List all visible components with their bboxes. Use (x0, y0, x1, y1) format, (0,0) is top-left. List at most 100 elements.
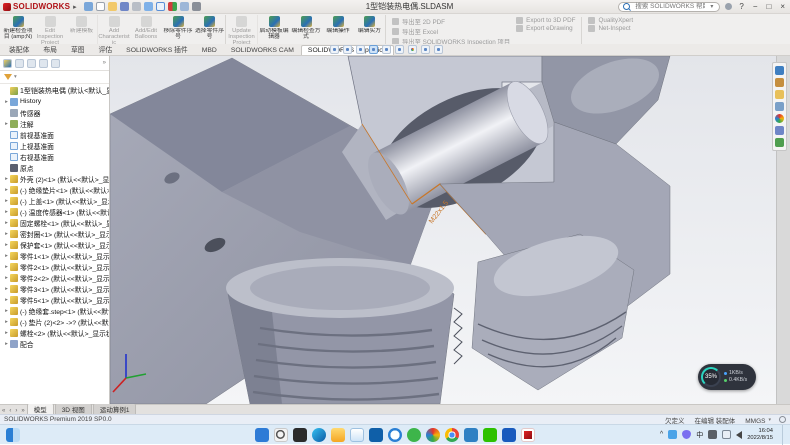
command-tab[interactable]: SOLIDWORKS 插件 (119, 42, 195, 55)
clock[interactable]: 16:04 2022/8/15 (747, 428, 773, 441)
export-menu-item[interactable]: Net-Inspect (588, 25, 633, 32)
expand-arrow-icon[interactable]: ▸ (3, 275, 10, 281)
tree-item[interactable]: ▸ 保护套<1> (默认<<默认>_显示状态 (0, 239, 109, 250)
command-tab[interactable]: 评估 (92, 42, 120, 55)
document-tab[interactable]: 模型 (27, 403, 54, 414)
expand-arrow-icon[interactable]: ▸ (3, 99, 10, 105)
new-file-icon[interactable] (96, 2, 105, 11)
hidden-icons-chevron[interactable]: ^ (660, 431, 663, 438)
ribbon-button[interactable]: Update Inspection Project (226, 15, 258, 44)
tree-item[interactable]: 前视基准面 (0, 129, 109, 140)
tab-display-manager[interactable] (51, 59, 60, 68)
hide-show-items-icon[interactable] (395, 45, 404, 54)
tree-item[interactable]: ▸ 零件2<2> (默认<<默认>_显示状态 (0, 272, 109, 283)
expand-arrow-icon[interactable]: ▸ (3, 297, 10, 303)
expand-arrow-icon[interactable]: ▸ (3, 220, 10, 226)
expand-arrow-icon[interactable]: ▸ (3, 242, 10, 248)
ribbon-button[interactable]: 编辑操作 (322, 15, 354, 44)
tab-dimxpert-manager[interactable] (39, 59, 48, 68)
display-icon[interactable] (722, 430, 731, 439)
command-tab[interactable]: SOLIDWORKS CAM (224, 45, 301, 55)
tray-blue-icon[interactable] (668, 430, 677, 439)
tree-item[interactable]: 右视基准面 (0, 151, 109, 162)
3d-model-view[interactable]: M22x1.5 (110, 56, 776, 404)
expand-arrow-icon[interactable]: ▸ (3, 187, 10, 193)
wechat-icon[interactable] (483, 428, 497, 442)
tree-item[interactable]: ▸ 零件3<1> (默认<<默认>_显示状态 (0, 283, 109, 294)
tree-item[interactable]: ▸ 固定螺栓<1> (默认<<默认>_显示状 (0, 217, 109, 228)
panel-tabs-overflow-icon[interactable]: » (103, 60, 106, 66)
tree-item[interactable]: 上视基准面 (0, 140, 109, 151)
menu-flyout-arrow[interactable]: ▸ (73, 3, 77, 11)
search-input[interactable] (633, 2, 707, 11)
help-button[interactable]: ? (737, 2, 745, 12)
units-dropdown-icon[interactable]: ▾ (768, 417, 771, 423)
status-tag-icon[interactable] (779, 416, 786, 423)
tab-configuration-manager[interactable] (27, 59, 36, 68)
tree-item[interactable]: 原点 (0, 162, 109, 173)
green-app-icon[interactable] (407, 428, 421, 442)
tree-item[interactable]: ▸ (-) 绝缘套.step<1> (默认<<默认> (0, 305, 109, 316)
show-desktop-button[interactable] (782, 425, 786, 445)
ribbon-button[interactable]: 移除零件序号 (162, 15, 194, 44)
custom-properties-icon[interactable] (775, 126, 784, 135)
command-tab[interactable]: MBD (195, 45, 224, 55)
ribbon-button[interactable]: 新建模板 (66, 15, 98, 44)
expand-arrow-icon[interactable]: ▸ (3, 176, 10, 182)
chrome-icon[interactable] (445, 428, 459, 442)
graphics-area[interactable]: M22x1.5 (110, 56, 776, 404)
tree-item[interactable]: ▸ History (0, 96, 109, 107)
tree-item[interactable]: ▸ (-) 温度传感器<1> (默认<<默认>_ (0, 206, 109, 217)
tree-item[interactable]: ▸ 零件5<1> (默认<<默认>_显示状态 (0, 294, 109, 305)
ribbon-button[interactable]: 编辑检查方式 (290, 15, 322, 44)
view-orientation-icon[interactable] (369, 45, 378, 54)
reader-app-icon[interactable] (464, 428, 478, 442)
microsoft-store-icon[interactable] (369, 428, 383, 442)
solidworks-forum-icon[interactable] (775, 138, 784, 147)
speed-monitor-widget[interactable]: 35% 1KB/s 0.4KB/s (698, 364, 756, 390)
start-button[interactable] (255, 428, 269, 442)
bing-icon[interactable] (388, 428, 402, 442)
appearances-scenes-icon[interactable] (775, 114, 784, 123)
ribbon-button[interactable]: Add Characteristic (98, 15, 130, 44)
expand-arrow-icon[interactable]: ▸ (3, 319, 10, 325)
tree-item[interactable]: ▸ 密封圈<1> (默认<<默认>_显示状态 (0, 228, 109, 239)
command-tab[interactable]: 草图 (64, 42, 92, 55)
open-file-icon[interactable] (108, 2, 117, 11)
ribbon-button[interactable]: 新建检查项目 (amp;N) (2, 15, 34, 44)
tab-property-manager[interactable] (15, 59, 24, 68)
restore-button[interactable]: □ (764, 2, 773, 12)
tree-item[interactable]: ▸ 注解 (0, 118, 109, 129)
export-menu-item[interactable]: 导出至 Excel (392, 27, 510, 36)
tree-item[interactable]: ▸ 螺栓<2> (默认<<默认>_显示状态 (0, 327, 109, 338)
tree-item[interactable]: ▸ (-) 绝缘垫片<1> (默认<<默认>_显 (0, 184, 109, 195)
expand-arrow-icon[interactable]: ▸ (3, 286, 10, 292)
view-settings-icon[interactable] (434, 45, 443, 54)
tree-root[interactable]: 1型铠装热电偶 (默认<默认_显示状态-1>) (0, 85, 109, 96)
file-explorer-icon[interactable] (331, 428, 345, 442)
ime-indicator[interactable]: 中 (696, 430, 703, 440)
zoom-fit-icon[interactable] (330, 45, 339, 54)
widgets-icon[interactable] (6, 428, 20, 442)
edit-appearance-icon[interactable] (408, 45, 417, 54)
search-dropdown-icon[interactable]: ▾ (710, 3, 713, 10)
mail-icon[interactable] (350, 428, 364, 442)
expand-arrow-icon[interactable]: ▸ (3, 308, 10, 314)
expand-arrow-icon[interactable]: ▸ (3, 121, 10, 127)
word-icon[interactable] (502, 428, 516, 442)
save-icon[interactable] (120, 2, 129, 11)
tray-shield-icon[interactable] (682, 430, 691, 439)
tree-item[interactable]: ▸ (-) 垫片 (2)<2> ->? (默认<<默认 (0, 316, 109, 327)
expand-arrow-icon[interactable]: ▸ (3, 264, 10, 270)
expand-arrow-icon[interactable]: ▸ (3, 209, 10, 215)
tree-item[interactable]: ▸ (-) 上盖<1> (默认<<默认>_显示状 (0, 195, 109, 206)
export-menu-item[interactable]: Export eDrawing (516, 25, 575, 32)
edge-icon[interactable] (312, 428, 326, 442)
command-tab[interactable]: 装配体 (2, 42, 36, 55)
apply-scene-icon[interactable] (421, 45, 430, 54)
design-library-icon[interactable] (775, 78, 784, 87)
home-icon[interactable] (84, 2, 93, 11)
document-tab[interactable]: 运动算例1 (93, 403, 137, 414)
close-button[interactable]: × (778, 2, 787, 12)
tree-item[interactable]: ▸ 零件2<1> (默认<<默认>_显示状态 (0, 261, 109, 272)
